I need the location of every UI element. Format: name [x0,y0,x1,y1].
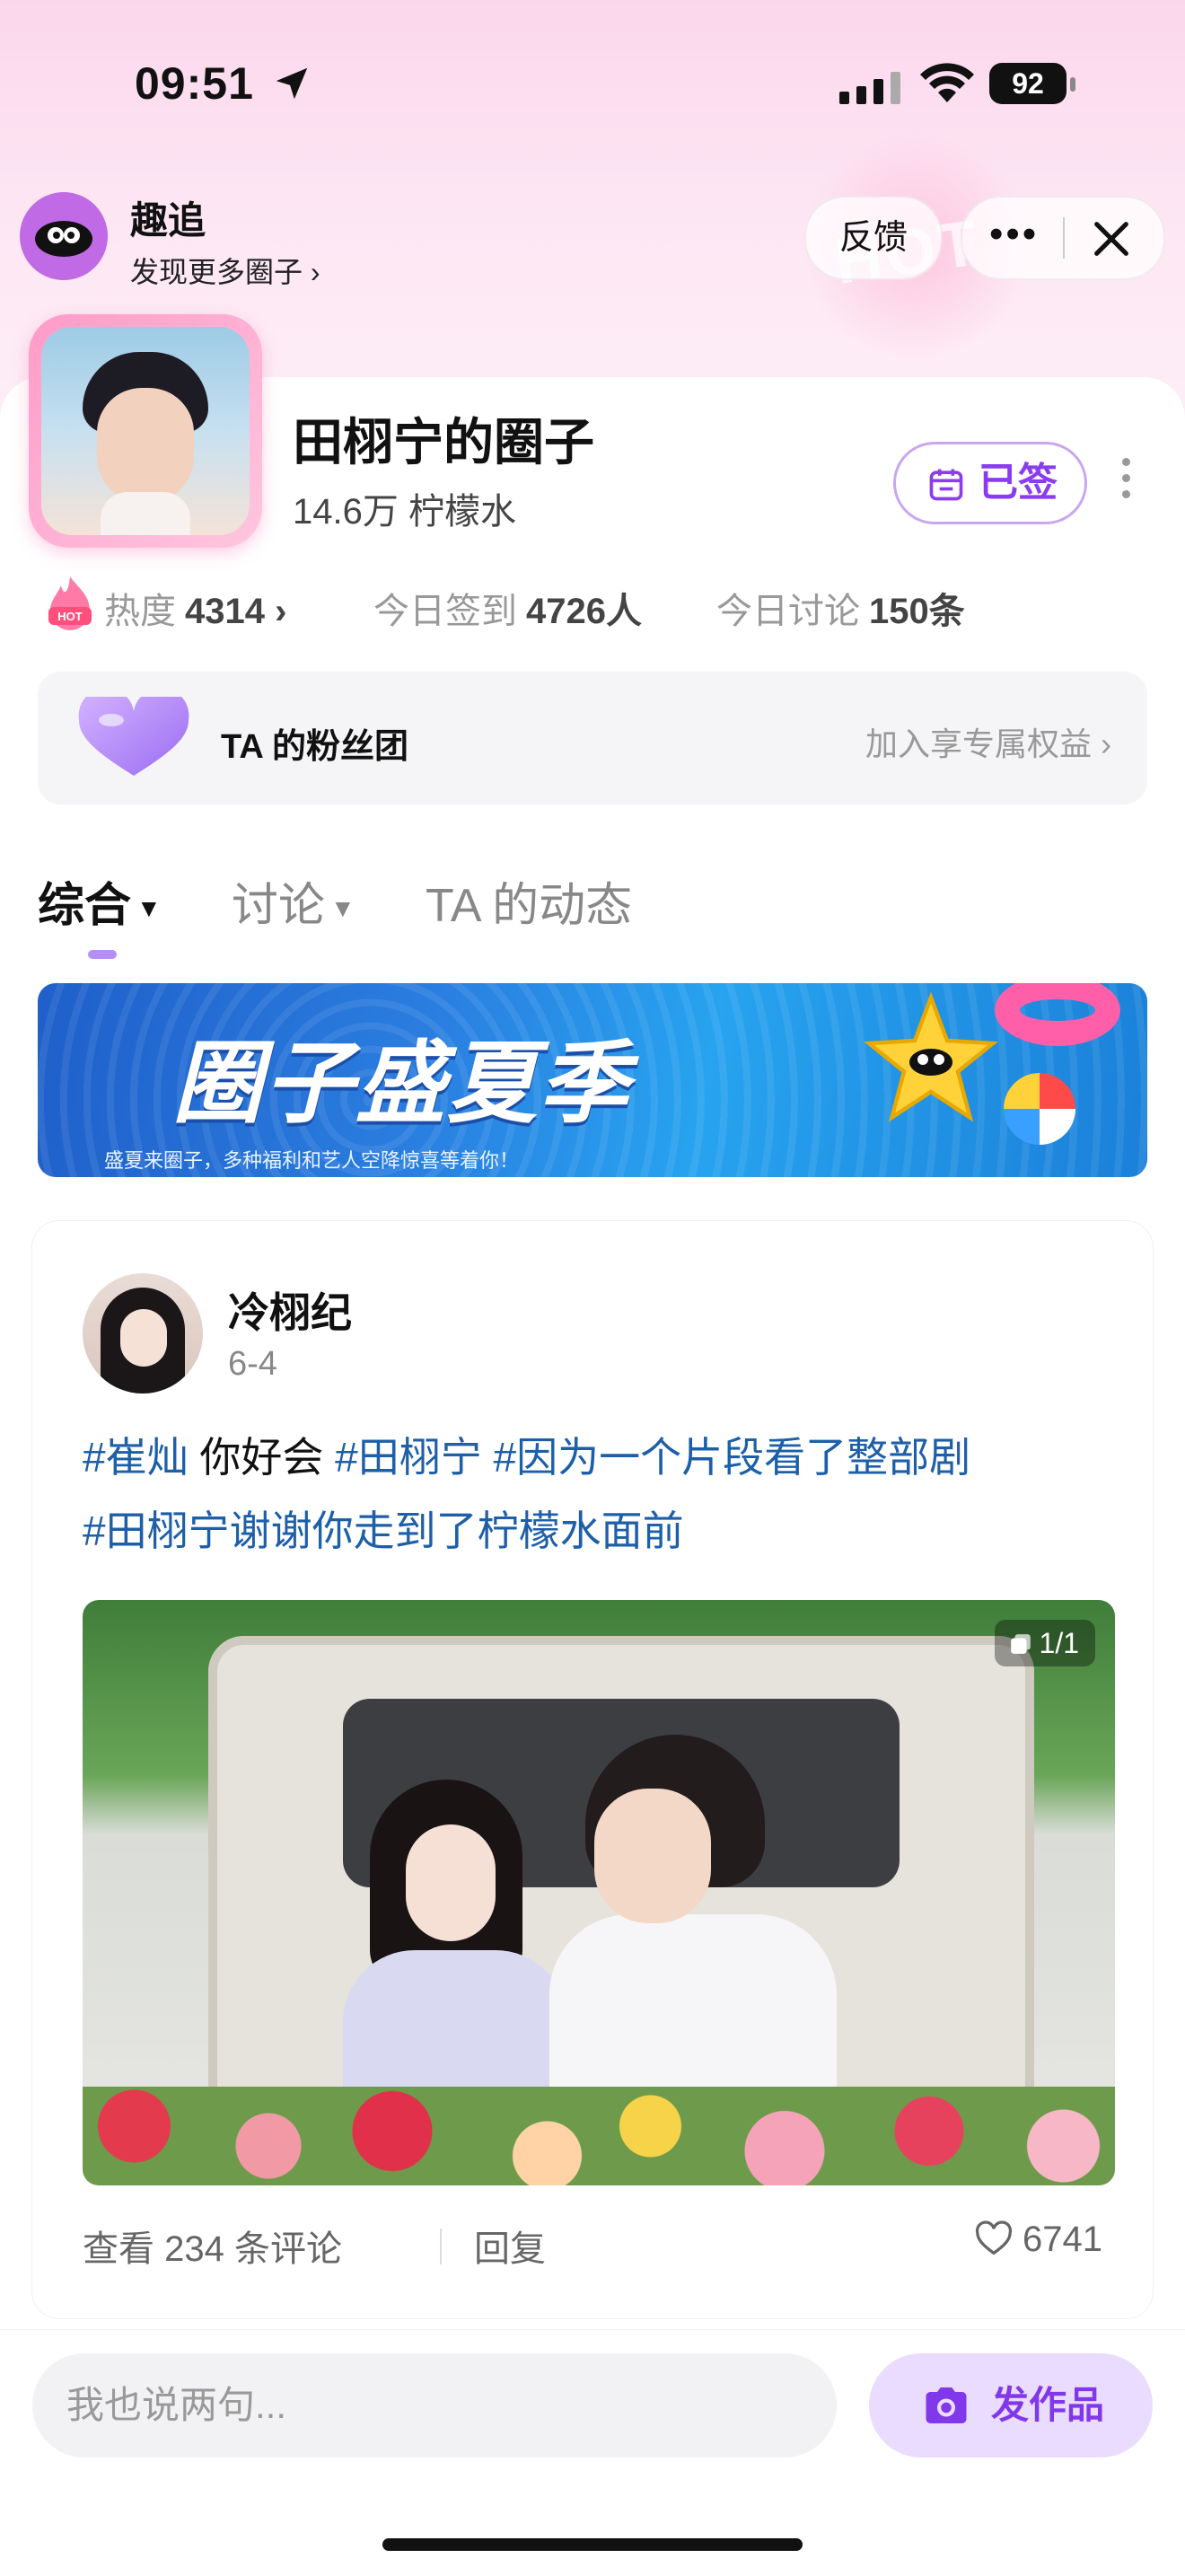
calendar-icon [929,469,963,501]
fan-club-join-cta[interactable]: 加入享专属权益 › [865,718,1111,765]
discover-more-circles-link[interactable]: 发现更多圈子 › [130,250,320,291]
more-options-icon[interactable]: ••• [989,215,1039,254]
hot-flame-icon: HOT [48,576,92,630]
app-logo-icon [20,192,108,280]
battery-cap [1070,77,1075,92]
mini-program-capsule: ••• [961,196,1165,280]
stat-checkin-value: 4726人 [526,592,642,631]
feed-tabs: 综合 ▼ 讨论 ▼ TA 的动态 [38,862,1147,961]
kebab-menu-icon[interactable] [1122,458,1131,506]
post-footer: 查看 234 条评论 回复 6741 [83,2220,1115,2282]
stat-heat-value: 4314 › [185,592,287,631]
post-card[interactable]: 冷栩纪 6-4 #崔灿 你好会 #田栩宁 #因为一个片段看了整部剧 #田栩宁谢谢… [32,1221,1153,2318]
tab-comprehensive[interactable]: 综合 ▼ [38,867,162,935]
caret-down-icon: ▼ [136,894,162,923]
tab-ta-activity-label: TA 的动态 [426,880,633,932]
author-avatar[interactable] [83,1273,203,1394]
author-name[interactable]: 冷栩纪 [228,1280,352,1340]
fan-club-label: TA 的粉丝团 [221,728,408,766]
banner-subtitle: 盛夏来圈子，多种福利和艺人空降惊喜等着你！ [104,1149,520,1172]
heart-outline-icon [975,2220,1013,2255]
comment-input[interactable] [32,2353,837,2457]
caret-down-icon: ▼ [330,894,356,923]
post-text: #崔灿 你好会 #田栩宁 #因为一个片段看了整部剧 #田栩宁谢谢你走到了柠檬水面… [83,1420,1106,1568]
circle-title: 田栩宁的圈子 [293,414,594,470]
post-date: 6-4 [228,1345,277,1383]
stat-heat[interactable]: 热度 4314 › [104,582,286,634]
hashtag-link[interactable]: #因为一个片段看了整部剧 [494,1434,971,1481]
cellular-signal-icon [839,72,900,104]
stat-discuss-value: 150条 [869,592,965,631]
like-button[interactable]: 6741 [974,2220,1102,2260]
app-logo[interactable] [20,192,108,280]
hashtag-link[interactable]: #田栩宁 [335,1434,482,1481]
signed-in-button[interactable]: 已签 [893,442,1087,524]
hot-badge-text: HOT [57,610,83,623]
post-image[interactable]: 1/1 [83,1600,1115,2185]
app-name: 趣追 [130,199,206,242]
stat-checkin-label: 今日签到 [373,592,517,631]
bottom-bar: 发作品 [0,2329,1185,2576]
image-stack-icon [1010,1634,1031,1654]
status-bar: 09:51 92 [0,45,1185,117]
image-counter-badge: 1/1 [994,1620,1095,1666]
heart-icon [78,697,189,776]
wifi-icon [920,63,974,102]
active-tab-indicator [88,950,117,959]
summer-banner[interactable]: 圈子盛夏季 盛夏来圈子，多种福利和艺人空降惊喜等着你！ [38,983,1147,1177]
battery-indicator: 92 [989,63,1066,104]
circle-avatar[interactable] [29,314,262,548]
tab-discussion[interactable]: 讨论 ▼ [232,867,356,935]
like-count: 6741 [1023,2220,1102,2259]
post-text-segment: 你好会 [188,1434,336,1481]
star-mascot-icon [864,992,998,1122]
post-work-button[interactable]: 发作品 [869,2353,1153,2457]
tab-discussion-label: 讨论 [232,880,326,932]
hashtag-link[interactable]: #崔灿 [83,1434,189,1481]
close-icon[interactable] [1086,214,1137,264]
hashtag-link[interactable]: #田栩宁谢谢你走到了柠檬水面前 [83,1508,684,1554]
status-time: 09:51 [135,58,254,109]
view-comments-link[interactable]: 查看 234 条评论 [83,2229,342,2269]
circle-avatar-image [41,327,250,535]
fan-club-row[interactable]: TA 的粉丝团 加入享专属权益 › [38,672,1147,804]
banner-title: 圈子盛夏季 [172,1033,630,1134]
stat-checkin: 今日签到 4726人 [373,582,642,634]
camera-icon [926,2387,967,2423]
signed-in-label: 已签 [979,461,1058,505]
location-arrow-icon [276,67,308,100]
reply-button[interactable]: 回复 [474,2220,546,2272]
tab-ta-activity[interactable]: TA 的动态 [426,867,632,935]
footer-divider [440,2229,442,2264]
image-counter-text: 1/1 [1039,1627,1079,1659]
capsule-divider [1063,217,1065,259]
post-work-label: 发作品 [991,2384,1105,2426]
home-indicator [382,2538,803,2551]
stat-discuss-label: 今日讨论 [716,592,860,631]
stat-discuss: 今日讨论 150条 [716,582,965,634]
stat-heat-label: 热度 [104,592,176,631]
feedback-button[interactable]: 反馈 [804,196,943,280]
circle-member-count: 14.6万 柠檬水 [293,492,516,532]
beach-ball-decoration [1004,1073,1075,1145]
tab-comprehensive-label: 综合 [38,880,132,932]
circle-stats: HOT 热度 4314 › 今日签到 4726人 今日讨论 150条 [45,575,1158,637]
